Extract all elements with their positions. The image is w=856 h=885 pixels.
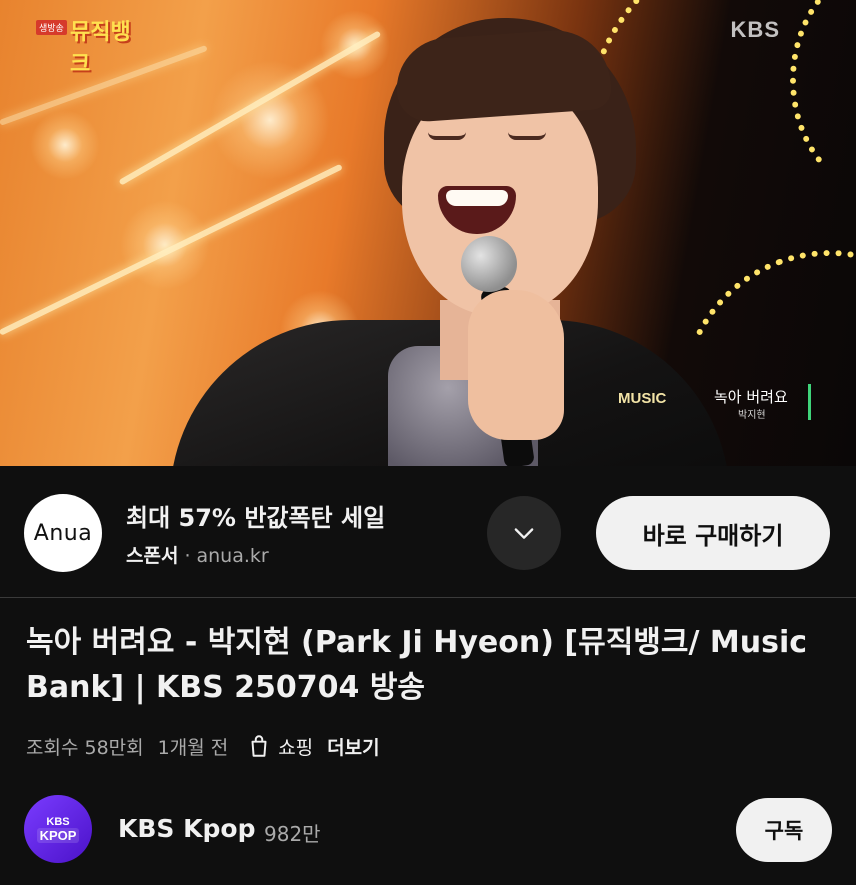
ticker-song-title: 녹아 버려요 — [714, 388, 788, 406]
subscribe-button[interactable]: 구독 — [736, 798, 832, 862]
sponsored-ad[interactable]: Anua 최대 57% 반값폭탄 세일 스폰서 · anua.kr 바로 구매하기 — [0, 466, 856, 598]
channel-name[interactable]: KBS Kpop — [118, 814, 255, 843]
shopping-link[interactable]: 쇼핑 — [278, 733, 313, 760]
ad-meta: 스폰서 · anua.kr — [126, 541, 269, 568]
video-player[interactable]: 생방송 뮤직뱅크 KBS MUSIC 녹아 버려요 박지현 — [0, 0, 856, 466]
shopping-bag-icon[interactable] — [246, 733, 272, 759]
advertiser-logo[interactable]: Anua — [24, 494, 102, 572]
upload-age: 1개월 전 — [157, 736, 229, 759]
ad-title[interactable]: 최대 57% 반값폭탄 세일 — [126, 498, 385, 533]
show-logo: 생방송 뮤직뱅크 — [36, 10, 132, 77]
more-link[interactable]: 더보기 — [327, 733, 379, 760]
ticker-accent-bar — [808, 384, 811, 420]
broadcaster-watermark: KBS — [730, 17, 780, 42]
subscriber-count: 982만 — [264, 822, 321, 846]
separator: · — [184, 545, 191, 567]
buy-now-button[interactable]: 바로 구매하기 — [596, 496, 830, 570]
ticker-artist: 박지현 — [738, 410, 766, 421]
ad-expand-button[interactable] — [487, 496, 561, 570]
music-bank-logo: MUSIC — [618, 390, 667, 407]
channel-avatar[interactable]: KBS KPOP — [24, 795, 92, 863]
view-count: 조회수 58만회 — [26, 736, 144, 759]
chevron-down-icon — [514, 528, 534, 539]
song-ticker: MUSIC 녹아 버려요 박지현 — [618, 380, 818, 424]
video-meta[interactable]: 조회수 58만회 1개월 전 쇼핑 더보기 — [26, 730, 380, 762]
video-title[interactable]: 녹아 버려요 - 박지현 (Park Ji Hyeon) [뮤직뱅크/ Musi… — [26, 620, 826, 710]
sponsor-label: 스폰서 — [126, 545, 179, 567]
ad-url: anua.kr — [196, 545, 269, 567]
